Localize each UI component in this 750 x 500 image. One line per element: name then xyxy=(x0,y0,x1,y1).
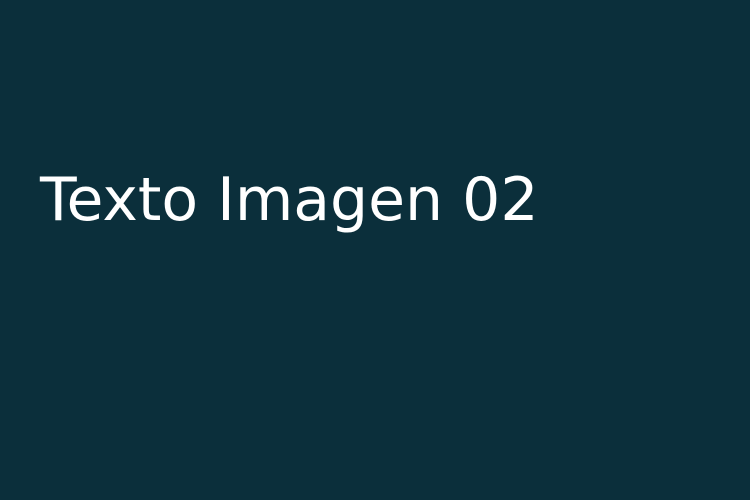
placeholder-image: Texto Imagen 02 xyxy=(0,0,750,500)
image-caption: Texto Imagen 02 xyxy=(40,165,539,235)
